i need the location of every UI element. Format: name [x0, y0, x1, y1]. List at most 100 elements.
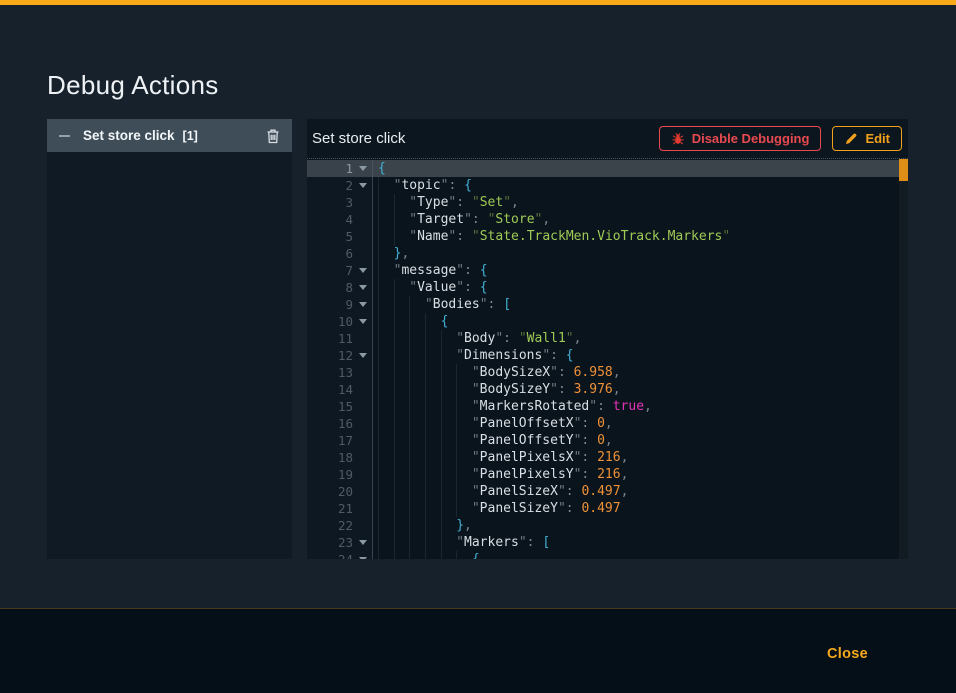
- editor-scrollbar-track[interactable]: [899, 159, 908, 559]
- code-line[interactable]: 7"message": {: [307, 262, 908, 279]
- line-number: 17: [307, 432, 353, 449]
- line-number: 4: [307, 211, 353, 228]
- gutter-cell: 8: [307, 279, 373, 296]
- indent-guide: [378, 517, 394, 534]
- code-line[interactable]: 24{: [307, 551, 908, 559]
- indent-guide: [378, 398, 394, 415]
- indent-guide: [409, 466, 425, 483]
- editor-scrollbar-thumb[interactable]: [899, 159, 908, 181]
- fold-arrow-icon[interactable]: [353, 279, 372, 296]
- gutter-cell: 17: [307, 432, 373, 449]
- code-line[interactable]: 16"PanelOffsetX": 0,: [307, 415, 908, 432]
- indent-guide: [409, 296, 425, 313]
- action-group-count: [1]: [183, 129, 198, 143]
- indent-guide: [409, 449, 425, 466]
- code-line[interactable]: 14"BodySizeY": 3.976,: [307, 381, 908, 398]
- action-group-header[interactable]: Set store click [1]: [47, 119, 292, 152]
- indent-guide: [378, 449, 394, 466]
- chevron-down-icon: [359, 319, 367, 324]
- code-line[interactable]: 18"PanelPixelsX": 216,: [307, 449, 908, 466]
- line-number: 10: [307, 313, 353, 330]
- line-number: 20: [307, 483, 353, 500]
- code-token: :: [558, 382, 574, 397]
- indent-guide: [441, 415, 457, 432]
- indent-guide: [378, 262, 394, 279]
- code-line[interactable]: 22},: [307, 517, 908, 534]
- action-detail-panel: Set store click Disable Debugging Edit 1…: [307, 119, 908, 559]
- fold-slot: [353, 364, 372, 381]
- indent-guide: [394, 466, 410, 483]
- code-line[interactable]: 3"Type": "Set",: [307, 194, 908, 211]
- indent-guide: [409, 500, 425, 517]
- gutter-cell: 24: [307, 551, 373, 559]
- code-line[interactable]: 12"Dimensions": {: [307, 347, 908, 364]
- indent-guide: [394, 330, 410, 347]
- indent-guide: [394, 347, 410, 364]
- indent-guide: [394, 381, 410, 398]
- disable-debugging-button[interactable]: Disable Debugging: [659, 126, 822, 151]
- actions-list-panel: Set store click [1]: [47, 119, 292, 559]
- indent-guide: [425, 534, 441, 551]
- line-number: 8: [307, 279, 353, 296]
- indent-guide: [456, 364, 472, 381]
- gutter-cell: 20: [307, 483, 373, 500]
- indent-guide: [425, 500, 441, 517]
- indent-guide: [394, 534, 410, 551]
- json-editor[interactable]: 1{2"topic": {3"Type": "Set",4"Target": "…: [307, 159, 908, 559]
- code-line[interactable]: 23"Markers": [: [307, 534, 908, 551]
- edit-button[interactable]: Edit: [832, 126, 902, 151]
- code-content: "PanelPixelsY": 216,: [373, 466, 908, 483]
- code-line[interactable]: 8 "Value": {: [307, 279, 908, 296]
- fold-slot: [353, 466, 372, 483]
- code-token: :: [566, 484, 582, 499]
- indent-guide: [378, 500, 394, 517]
- code-content: {: [373, 551, 908, 559]
- code-line[interactable]: 6},: [307, 245, 908, 262]
- code-line[interactable]: 19"PanelPixelsY": 216,: [307, 466, 908, 483]
- indent-guide: [441, 551, 457, 559]
- code-line[interactable]: 1{: [307, 160, 908, 177]
- code-content: "Value": {: [373, 279, 908, 296]
- code-line[interactable]: 13"BodySizeX": 6.958,: [307, 364, 908, 381]
- code-line[interactable]: 2"topic": {: [307, 177, 908, 194]
- code-line[interactable]: 17 "PanelOffsetY": 0,: [307, 432, 908, 449]
- code-token: "Dimensions": [456, 348, 550, 363]
- fold-arrow-icon[interactable]: [353, 262, 372, 279]
- code-line[interactable]: 11"Body": "Wall1",: [307, 330, 908, 347]
- code-token: [: [542, 535, 550, 550]
- fold-arrow-icon[interactable]: [353, 534, 372, 551]
- indent-guide: [456, 449, 472, 466]
- pencil-icon: [844, 132, 858, 146]
- collapse-minus-icon[interactable]: [59, 135, 70, 137]
- top-accent-bar: [0, 0, 956, 5]
- dialog-footer: Close: [0, 608, 956, 693]
- code-token: 0.497: [581, 484, 620, 499]
- code-line[interactable]: 15"MarkersRotated": true,: [307, 398, 908, 415]
- action-group-label: Set store click: [83, 128, 175, 143]
- code-line[interactable]: 10{: [307, 313, 908, 330]
- fold-arrow-icon[interactable]: [353, 313, 372, 330]
- indent-guide: [425, 381, 441, 398]
- code-content: "PanelOffsetY": 0,: [373, 432, 908, 449]
- code-line[interactable]: 9"Bodies": [: [307, 296, 908, 313]
- code-line[interactable]: 20"PanelSizeX": 0.497,: [307, 483, 908, 500]
- close-button[interactable]: Close: [821, 645, 874, 663]
- fold-slot: [353, 415, 372, 432]
- fold-arrow-icon[interactable]: [353, 347, 372, 364]
- line-number: 14: [307, 381, 353, 398]
- code-line[interactable]: 5"Name": "State.TrackMen.VioTrack.Marker…: [307, 228, 908, 245]
- fold-arrow-icon[interactable]: [353, 551, 372, 559]
- indent-guide: [441, 500, 457, 517]
- code-line[interactable]: 4"Target": "Store",: [307, 211, 908, 228]
- fold-arrow-icon[interactable]: [353, 160, 372, 177]
- fold-slot: [353, 449, 372, 466]
- fold-arrow-icon[interactable]: [353, 177, 372, 194]
- code-token: "PanelSizeY": [472, 501, 566, 516]
- code-token: :: [527, 535, 543, 550]
- delete-action-button[interactable]: [266, 128, 280, 144]
- code-line[interactable]: 21"PanelSizeY": 0.497: [307, 500, 908, 517]
- code-token: :: [581, 416, 597, 431]
- code-content: "PanelSizeY": 0.497: [373, 500, 908, 517]
- fold-arrow-icon[interactable]: [353, 296, 372, 313]
- indent-guide: [394, 313, 410, 330]
